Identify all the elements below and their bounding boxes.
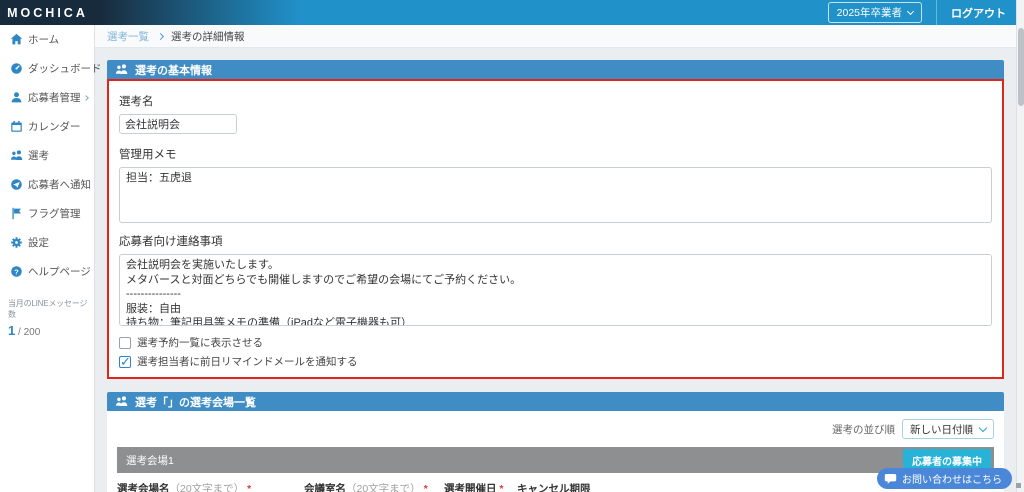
cancel-deadline-label: キャンセル期限 bbox=[517, 481, 607, 492]
chevron-down-icon bbox=[907, 7, 914, 14]
basic-info-card: 選考名 管理用メモ 担当：五虎退 応募者向け連絡事項 会社説明会を実施いたします… bbox=[107, 79, 1004, 379]
help-icon: ? bbox=[10, 265, 23, 278]
sidebar-item-applicants[interactable]: 応募者管理 bbox=[0, 83, 94, 112]
admin-memo-label: 管理用メモ bbox=[119, 146, 992, 162]
section-title: 選考「」の選考会場一覧 bbox=[135, 394, 256, 410]
sidebar-item-label: 選考 bbox=[28, 148, 49, 163]
scrollbar-thumb[interactable] bbox=[1018, 28, 1024, 106]
event-date-label: 選考開催日 * bbox=[444, 481, 517, 492]
top-bar: MOCHICA 2025年卒業者 ログアウト bbox=[0, 0, 1024, 25]
selection-name-input[interactable] bbox=[119, 114, 237, 134]
meeting-room-label: 会議室名（20文字まで） * bbox=[304, 481, 444, 492]
logout-button[interactable]: ログアウト bbox=[951, 5, 1006, 21]
venue-list-card: 選考の並び順 新しい日付順 選考会場1 応募者の募集中 選考会場名（20文字まで… bbox=[107, 411, 1004, 492]
sidebar-item-label: カレンダー bbox=[28, 119, 81, 134]
venue-name-label: 選考会場名（20文字まで） * bbox=[117, 481, 304, 492]
graduation-year-label: 2025年卒業者 bbox=[837, 5, 902, 20]
sidebar-item-dashboard[interactable]: ダッシュボード bbox=[0, 54, 94, 83]
applicant-notice-textarea[interactable]: 会社説明会を実施いたします。 メタバースと対面どちらでも開催しますのでご希望の会… bbox=[119, 254, 992, 326]
sort-order-dropdown[interactable]: 新しい日付順 bbox=[902, 419, 994, 439]
section-title: 選考の基本情報 bbox=[135, 62, 212, 78]
applicant-icon bbox=[10, 91, 23, 104]
sidebar-item-selection[interactable]: 選考 bbox=[0, 141, 94, 170]
line-counter-total: / 200 bbox=[18, 327, 40, 338]
admin-memo-textarea[interactable]: 担当：五虎退 bbox=[119, 167, 992, 223]
home-icon bbox=[10, 33, 23, 46]
sort-order-label: 選考の並び順 bbox=[832, 422, 895, 437]
checkbox-label: 選考予約一覧に表示させる bbox=[137, 335, 263, 350]
checkbox-0[interactable] bbox=[119, 337, 131, 349]
sidebar: ホーム ダッシュボード 応募者管理 カレンダー 選考 応募者へ通知 フラグ管理 bbox=[0, 25, 95, 492]
sidebar-item-calendar[interactable]: カレンダー bbox=[0, 112, 94, 141]
contact-chat-button[interactable]: お問い合わせはこちら bbox=[877, 468, 1012, 489]
line-counter-label: 当月のLINEメッセージ数 bbox=[8, 298, 88, 320]
dashboard-icon bbox=[10, 62, 23, 75]
speech-bubble-icon bbox=[884, 472, 897, 485]
sidebar-item-label: ダッシュボード bbox=[28, 61, 102, 76]
remind-mail-row: 選考担当者に前日リマインドメールを通知する bbox=[119, 354, 992, 369]
checkbox-1[interactable] bbox=[119, 356, 131, 368]
sidebar-item-label: ホーム bbox=[28, 32, 59, 47]
sidebar-item-notify[interactable]: 応募者へ通知 bbox=[0, 170, 94, 199]
line-message-counter: 当月のLINEメッセージ数 1 / 200 bbox=[8, 298, 88, 338]
selection-name-label: 選考名 bbox=[119, 93, 992, 109]
sidebar-item-label: ヘルプページ bbox=[28, 264, 91, 279]
venue-1-title: 選考会場1 bbox=[126, 453, 174, 468]
venue-list-section-header: 選考「」の選考会場一覧 bbox=[107, 392, 1004, 411]
page-scrollbar[interactable] bbox=[1016, 0, 1024, 492]
show-in-reservation-list-row: 選考予約一覧に表示させる bbox=[119, 335, 992, 350]
required-mark: * bbox=[247, 483, 251, 492]
app-window: MOCHICA 2025年卒業者 ログアウト ホーム ダッシュボード 応募者管理… bbox=[0, 0, 1024, 492]
gear-icon bbox=[10, 236, 23, 249]
applicant-notice-label: 応募者向け連絡事項 bbox=[119, 233, 992, 249]
venue-1-header-bar: 選考会場1 応募者の募集中 bbox=[117, 447, 994, 473]
basic-info-section-header: 選考の基本情報 bbox=[107, 60, 1004, 79]
topbar-divider bbox=[936, 0, 937, 25]
chevron-down-icon bbox=[979, 423, 987, 431]
svg-text:?: ? bbox=[14, 267, 19, 276]
required-mark: * bbox=[499, 483, 503, 492]
calendar-icon bbox=[10, 120, 23, 133]
main-content: 選考一覧 選考の詳細情報 選考の基本情報 選考名 管理用メモ 担当：五虎退 応募… bbox=[95, 25, 1016, 492]
chevron-right-icon bbox=[157, 32, 164, 39]
breadcrumb-current-page: 選考の詳細情報 bbox=[171, 29, 245, 44]
sidebar-item-home[interactable]: ホーム bbox=[0, 25, 94, 54]
notify-icon bbox=[10, 178, 23, 191]
line-counter-used: 1 bbox=[8, 323, 15, 338]
chat-resize-handle[interactable] bbox=[1016, 483, 1021, 488]
mochica-logo: MOCHICA bbox=[0, 6, 95, 20]
selection-icon bbox=[10, 149, 23, 162]
breadcrumb: 選考一覧 選考の詳細情報 bbox=[95, 25, 1016, 48]
sidebar-item-label: フラグ管理 bbox=[28, 206, 81, 221]
sidebar-item-label: 設定 bbox=[28, 235, 49, 250]
chevron-right-icon bbox=[83, 95, 89, 101]
people-icon bbox=[115, 63, 128, 76]
venue-1-fields: 選考会場名（20文字まで） * 会議室名（20文字まで） * 選考開催日 * キ… bbox=[117, 481, 994, 492]
flag-icon bbox=[10, 207, 23, 220]
sort-order-value: 新しい日付順 bbox=[910, 422, 973, 437]
contact-chat-label: お問い合わせはこちら bbox=[902, 471, 1002, 486]
sidebar-item-settings[interactable]: 設定 bbox=[0, 228, 94, 257]
required-mark: * bbox=[424, 483, 428, 492]
sidebar-item-flags[interactable]: フラグ管理 bbox=[0, 199, 94, 228]
sidebar-item-label: 応募者へ通知 bbox=[28, 177, 91, 192]
checkbox-label: 選考担当者に前日リマインドメールを通知する bbox=[137, 354, 358, 369]
graduation-year-dropdown[interactable]: 2025年卒業者 bbox=[828, 2, 922, 23]
sidebar-item-label: 応募者管理 bbox=[28, 90, 81, 105]
sidebar-item-help[interactable]: ? ヘルプページ bbox=[0, 257, 94, 286]
breadcrumb-selection-list-link[interactable]: 選考一覧 bbox=[107, 29, 149, 44]
people-icon bbox=[115, 395, 128, 408]
